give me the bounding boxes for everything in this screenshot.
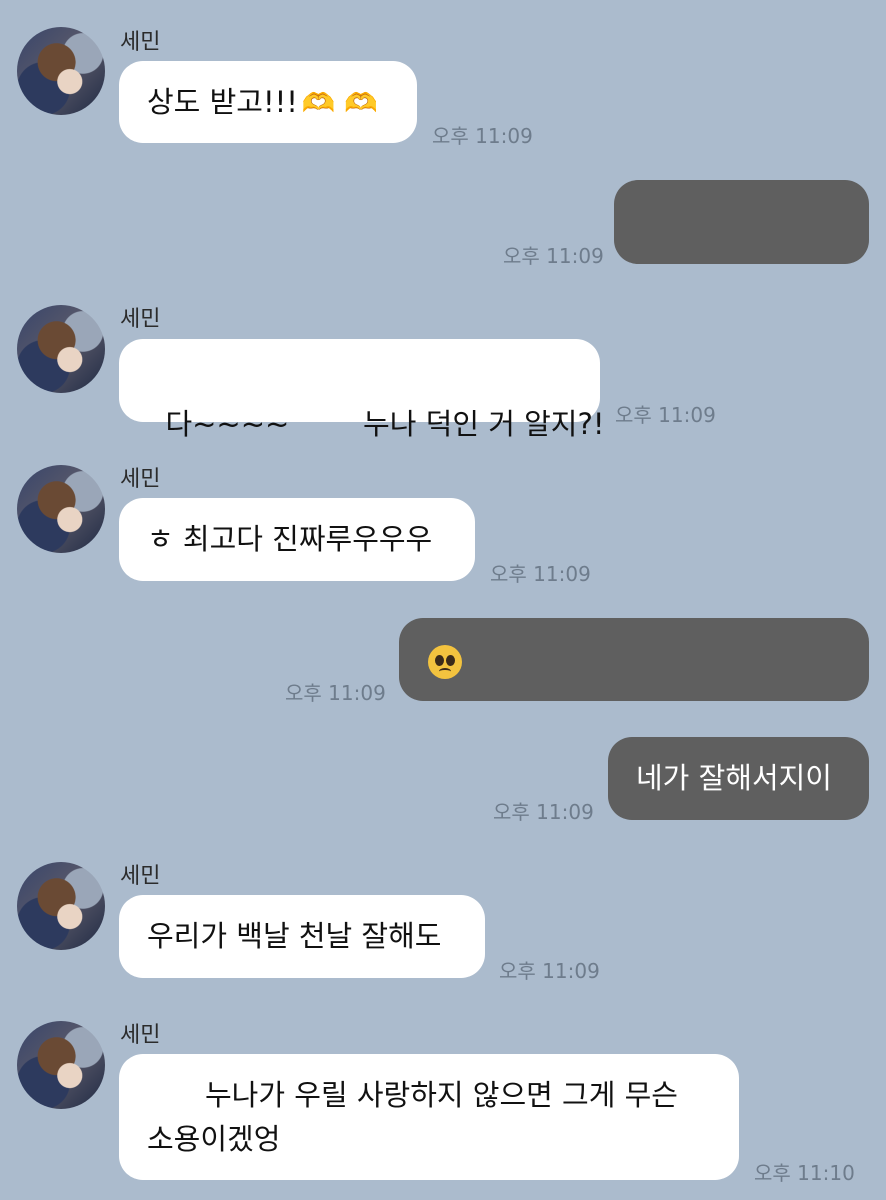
avatar[interactable] <box>17 465 105 553</box>
message-bubble-incoming[interactable]: ㅎ 최고다 진짜루우우우 <box>119 498 475 581</box>
sender-name: 세민 <box>120 467 161 492</box>
message-text: 다~~~~ 누나 덕인 거 알지?! <box>165 407 605 441</box>
message-bubble-outgoing[interactable] <box>614 180 869 264</box>
message-text: 네가 잘해서지이 <box>636 761 832 795</box>
message-bubble-incoming[interactable]: 우리가 백날 천날 잘해도 <box>119 895 485 978</box>
message-bubble-incoming[interactable]: 다~~~~ 누나 덕인 거 알지?! <box>119 339 605 441</box>
message-bubble-outgoing[interactable] <box>399 618 869 701</box>
message-bubble-incoming[interactable]: 누나가 우릴 사랑하지 않으면 그게 무슨 소용이겠엉 <box>119 1054 739 1180</box>
avatar[interactable] <box>17 305 105 393</box>
message-time: 오후 11:09 <box>615 403 716 427</box>
avatar[interactable] <box>17 27 105 115</box>
sender-name: 세민 <box>120 864 161 889</box>
message-time: 오후 11:09 <box>493 800 594 824</box>
message-time: 오후 11:09 <box>499 959 600 983</box>
message-time: 오후 11:09 <box>490 562 591 586</box>
message-text-line: 소용이겠엉 <box>147 1122 281 1156</box>
message-text: 상도 받고!!! <box>147 85 298 119</box>
message-time: 오후 11:09 <box>285 681 386 705</box>
message-bubble-incoming[interactable]: 상도 받고!!! 🫶 🫶 <box>119 61 417 143</box>
heart-hands-icon: 🫶 🫶 <box>301 88 378 119</box>
message-time: 오후 11:09 <box>432 124 533 148</box>
message-time: 오후 11:09 <box>503 244 604 268</box>
message-text-line: 누나가 우릴 사랑하지 않으면 그게 무슨 <box>205 1078 678 1112</box>
message-text: 우리가 백날 천날 잘해도 <box>147 919 442 953</box>
avatar[interactable] <box>17 1021 105 1109</box>
sender-name: 세민 <box>120 307 161 332</box>
sender-name: 세민 <box>120 1023 161 1048</box>
message-time: 오후 11:10 <box>754 1161 855 1185</box>
avatar[interactable] <box>17 862 105 950</box>
pleading-face-icon <box>428 645 462 679</box>
sender-name: 세민 <box>120 30 161 55</box>
message-text: ㅎ 최고다 진짜루우우우 <box>147 522 433 556</box>
message-bubble-outgoing[interactable]: 네가 잘해서지이 <box>608 737 869 820</box>
